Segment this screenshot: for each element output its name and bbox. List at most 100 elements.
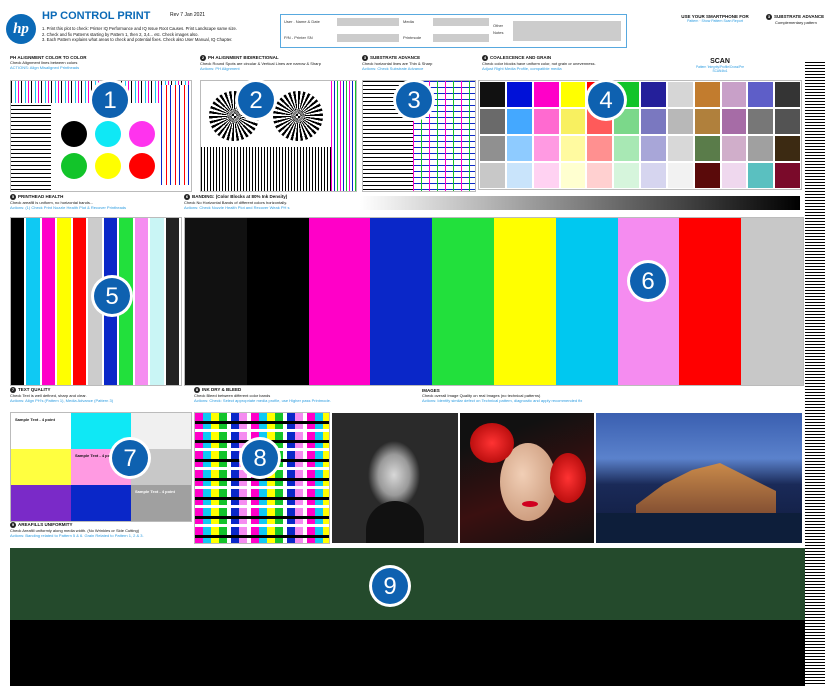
color-swatch [587,136,613,161]
section-title: COALESCENCE AND GRAIN [490,55,552,61]
images-header: IMAGES Check overall Image Quality on re… [422,388,802,403]
color-swatch [748,82,774,107]
banding-color-block [555,218,618,385]
color-swatch [775,163,800,188]
badge-7: 7 [112,440,148,476]
photo-portrait-bw [332,413,458,543]
color-swatch [560,82,586,107]
banding-color-block [493,218,556,385]
section-action: Actions: Identify similar defect on Tech… [422,398,583,403]
notes-label: Notes [493,30,504,35]
substrate-stripe-pattern [805,62,825,686]
printmode-field[interactable] [433,34,489,42]
color-swatch [533,136,559,161]
coalescence-grid [478,80,802,190]
color-swatch [775,82,800,107]
color-swatch [641,163,666,188]
media-field[interactable] [433,18,489,26]
section-action: Actions: Align PH's (Pattern 1), Media A… [10,398,114,403]
section-action: Actions: PH Alignment [200,66,240,71]
color-swatch [641,136,666,161]
printhead-color-bar [57,218,73,385]
notes-field[interactable] [513,21,621,41]
areafill-black-band [10,620,805,686]
substrate-note: 3 SUBSTRATE ADVANCE Complementary pattern [766,14,828,25]
printhead-color-bar [150,218,166,385]
color-swatch [667,82,693,107]
banding-color-block [679,218,742,385]
color-swatch [775,136,800,161]
hp-logo: hp [6,14,36,44]
color-swatch [748,109,774,134]
color-swatch [480,109,505,134]
section-action: Actions: Banding related to Pattern 5 & … [10,533,144,538]
user-field[interactable] [337,18,399,26]
badge-6: 6 [630,263,666,299]
printhead-color-bar [165,218,181,385]
color-swatch [721,109,747,134]
badge-4: 4 [588,82,624,118]
color-swatch [748,163,774,188]
instruction-line: 3. Each Pattern explains what areas to c… [42,37,233,43]
printhead-color-bar [134,218,151,385]
printhead-color-bar [72,218,89,385]
sample-text: Sample Text - 4 point [135,489,175,494]
sample-text: Sample Text - 4 point [15,417,55,422]
ink-bleed-pattern [194,412,330,544]
bidirectional-pattern [200,80,357,192]
banding-color-block [741,218,803,385]
photo-portrait-color [460,413,594,543]
color-swatch [694,136,720,161]
section-number: 3 [766,14,772,20]
color-swatch [641,82,666,107]
color-swatch [533,109,559,134]
section-4-header: 4 COALESCENCE AND GRAIN Check color block… [482,55,802,71]
color-swatch [641,109,666,134]
badge-5: 5 [94,278,130,314]
substrate-sub: Complementary pattern [775,20,817,25]
color-swatch [560,136,586,161]
other-label: Other [493,23,504,28]
printhead-color-bar [11,218,27,385]
printhead-color-bar [41,218,58,385]
revision-date: Rev 7 Jan 2021 [170,12,206,18]
color-swatch [748,136,774,161]
color-swatch [667,136,693,161]
media-label: Media [403,19,414,24]
scan-label: SCAN [710,58,730,65]
color-swatch [721,136,747,161]
banding-color-block [246,218,309,385]
color-swatch [480,82,505,107]
section-title: PRINTHEAD HEALTH [18,194,64,200]
printmode-label: Printmode [403,35,422,40]
section-title: PH ALIGNMENT BIDIRECTIONAL [208,55,279,61]
color-swatch [721,82,747,107]
color-swatch [694,163,720,188]
smartphone-sub: Pattern · Show Pattern Scan Report [687,19,743,23]
sample-text: Sample Text - 4 point [75,453,115,458]
pn-field[interactable] [337,34,399,42]
color-swatch [775,109,800,134]
section-title: BANDING: (Color Blocks at 80% Ink Densit… [192,194,288,200]
section-action: Actions: Check: Select appropriate media… [194,398,331,403]
badge-2: 2 [238,82,274,118]
section-9-header: 9 AREAFILLS UNIFORMITY Check Areafill uni… [10,522,200,538]
section-1-header: PH ALIGNMENT COLOR TO COLOR Check Alignm… [10,55,190,70]
banding-blocks [184,217,804,386]
badge-8: 8 [242,440,278,476]
color-swatch [694,82,720,107]
info-form: User . Name & Date P/N - Printer SN Medi… [280,14,627,48]
text-quality-pattern: Sample Text - 4 point Sample Text - 4 po… [10,412,192,522]
badge-9: 9 [372,568,408,604]
banding-color-block [617,218,680,385]
color-swatch [721,163,747,188]
banding-color-block [185,218,247,385]
photo-coastal-village [596,413,802,543]
printhead-color-bar [26,218,42,385]
banding-color-block [308,218,371,385]
color-swatch [480,136,505,161]
color-swatch [533,82,559,107]
color-swatch [587,163,613,188]
section-action: Adjust Right Media Profile, compatible m… [482,66,562,71]
color-swatch [506,163,532,188]
